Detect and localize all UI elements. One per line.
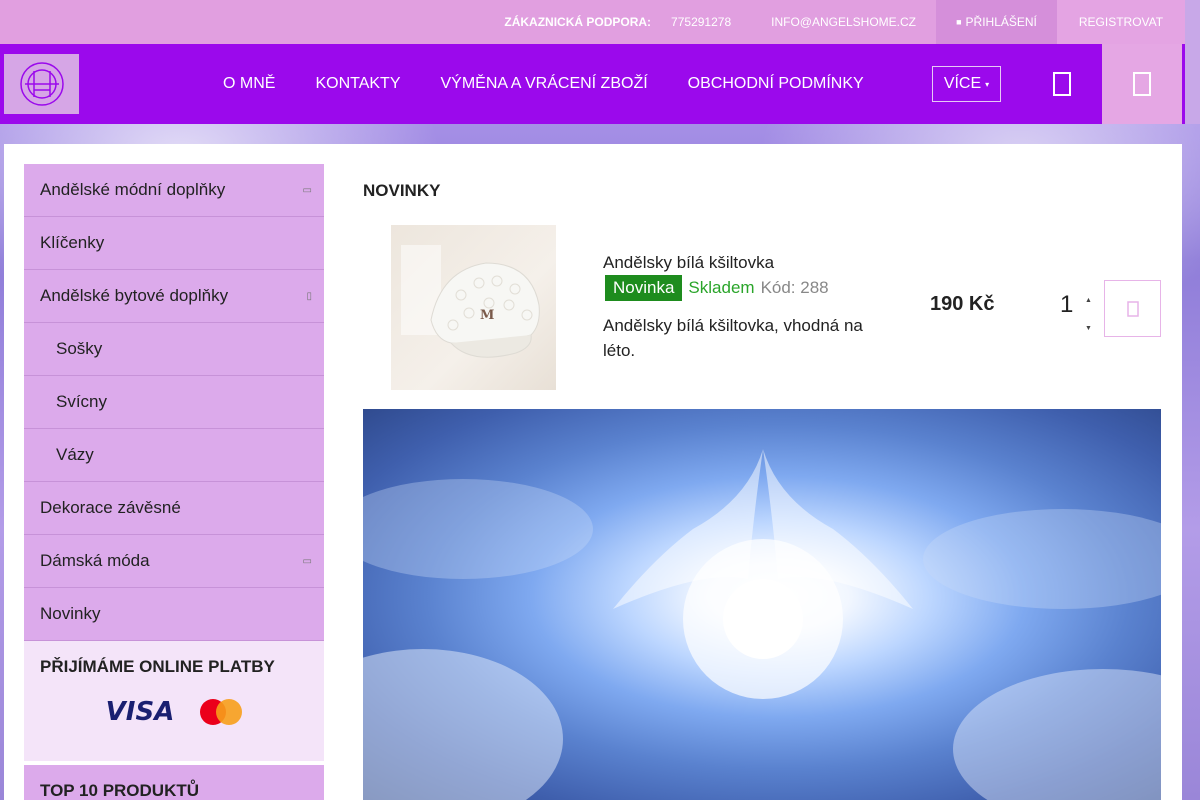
product-row: M Andělsky bílá kšiltovka Novinka Sklade… [363, 221, 1161, 406]
new-badge: Novinka [605, 275, 683, 301]
search-button[interactable] [1040, 66, 1084, 102]
nav-link-vymena[interactable]: VÝMĚNA A VRÁCENÍ ZBOŽÍ [421, 44, 668, 124]
sidebar-item-andelske-modni-doplnky[interactable]: Andělské módní doplňky ▭ [24, 164, 324, 217]
sidebar-item-dekorace-zavesne[interactable]: Dekorace závěsné [24, 482, 324, 535]
collapse-icon[interactable]: ▯ [306, 291, 312, 302]
sidebar-item-svicny[interactable]: Svícny [24, 376, 324, 429]
sidebar-item-label: Vázy [56, 445, 94, 464]
quantity-input[interactable]: 1 [1060, 291, 1073, 319]
sidebar-item-damska-moda[interactable]: Dámská móda ▭ [24, 535, 324, 588]
site-logo[interactable] [4, 54, 79, 114]
sidebar-item-klicenky[interactable]: Klíčenky [24, 217, 324, 270]
cart-button[interactable] [1102, 44, 1182, 124]
mastercard-logo [200, 699, 243, 725]
user-icon: ■ [956, 17, 962, 27]
cart-icon [1133, 72, 1151, 96]
payments-box: PŘIJÍMÁME ONLINE PLATBY VISA [24, 641, 324, 761]
decrease-icon[interactable]: ▼ [1085, 315, 1092, 343]
sidebar-item-label: Dekorace závěsné [40, 498, 181, 517]
angel-banner-image [363, 409, 1161, 800]
payment-logos: VISA [40, 697, 308, 727]
expand-icon[interactable]: ▭ [303, 185, 312, 196]
payments-title: PŘIJÍMÁME ONLINE PLATBY [40, 657, 275, 676]
product-description: Andělsky bílá kšiltovka, vhodná na léto. [603, 316, 863, 360]
login-label: PŘIHLÁŠENÍ [965, 15, 1037, 29]
quantity-stepper[interactable]: ▲ ▼ [1085, 287, 1092, 343]
sidebar-item-label: Klíčenky [40, 233, 105, 252]
sidebar-item-label: Andělské bytové doplňky [40, 286, 229, 305]
logo-icon [19, 62, 64, 106]
top-bar: ZÁKAZNICKÁ PODPORA: 775291278 INFO@ANGEL… [0, 0, 1185, 44]
search-icon [1053, 72, 1071, 96]
add-to-cart-button[interactable] [1104, 280, 1161, 337]
sidebar-item-andelske-bytove-doplnky[interactable]: Andělské bytové doplňky ▯ [24, 270, 324, 323]
nav-link-o-mne[interactable]: O MNĚ [203, 44, 295, 124]
support-label: ZÁKAZNICKÁ PODPORA: [504, 15, 652, 29]
content-container: Andělské módní doplňky ▭ Klíčenky Anděls… [4, 144, 1182, 800]
more-menu-button[interactable]: VÍCE ▾ [932, 66, 1001, 102]
increase-icon[interactable]: ▲ [1085, 287, 1092, 315]
chevron-down-icon: ▾ [985, 79, 990, 89]
sidebar-item-sosky[interactable]: Sošky [24, 323, 324, 376]
register-button[interactable]: REGISTROVAT [1057, 0, 1185, 44]
more-label: VÍCE [943, 75, 982, 92]
top10-title: TOP 10 PRODUKTŮ [24, 765, 324, 800]
support-phone[interactable]: 775291278 [671, 15, 731, 29]
sidebar-item-label: Sošky [56, 339, 103, 358]
angel-light-image [363, 449, 1161, 800]
cart-icon [1126, 300, 1139, 317]
product-price: 190 Kč [930, 293, 995, 315]
register-label: REGISTROVAT [1078, 15, 1164, 29]
main-navbar: O MNĚ KONTAKTY VÝMĚNA A VRÁCENÍ ZBOŽÍ OB… [0, 44, 1185, 124]
support-email[interactable]: INFO@ANGELSHOME.CZ [771, 15, 916, 29]
svg-text:M: M [480, 308, 494, 323]
nav-link-kontakty[interactable]: KONTAKTY [295, 44, 420, 124]
product-code: Kód: 288 [760, 278, 829, 297]
section-title: NOVINKY [363, 181, 441, 200]
visa-logo: VISA [105, 697, 175, 727]
stock-status: Skladem [688, 278, 755, 297]
sidebar: Andělské módní doplňky ▭ Klíčenky Anděls… [24, 164, 324, 800]
product-meta: Novinka Skladem Kód: 288 [603, 275, 829, 301]
cap-image: M [401, 245, 540, 358]
expand-icon[interactable]: ▭ [303, 556, 312, 567]
sidebar-item-label: Novinky [40, 604, 101, 623]
sidebar-item-label: Svícny [56, 392, 108, 411]
nav-links: O MNĚ KONTAKTY VÝMĚNA A VRÁCENÍ ZBOŽÍ OB… [203, 44, 884, 124]
product-name[interactable]: Andělsky bílá kšiltovka [603, 253, 774, 273]
product-image[interactable]: M [391, 225, 556, 390]
main-content: NOVINKY M Andělsky bílá kšiltovka Novink… [363, 164, 1161, 406]
login-button[interactable]: ■ PŘIHLÁŠENÍ [936, 0, 1057, 44]
sidebar-item-vazy[interactable]: Vázy [24, 429, 324, 482]
sidebar-item-label: Andělské módní doplňky [40, 180, 226, 199]
nav-link-podminky[interactable]: OBCHODNÍ PODMÍNKY [668, 44, 884, 124]
sidebar-item-novinky[interactable]: Novinky [24, 588, 324, 641]
sidebar-item-label: Dámská móda [40, 551, 150, 570]
